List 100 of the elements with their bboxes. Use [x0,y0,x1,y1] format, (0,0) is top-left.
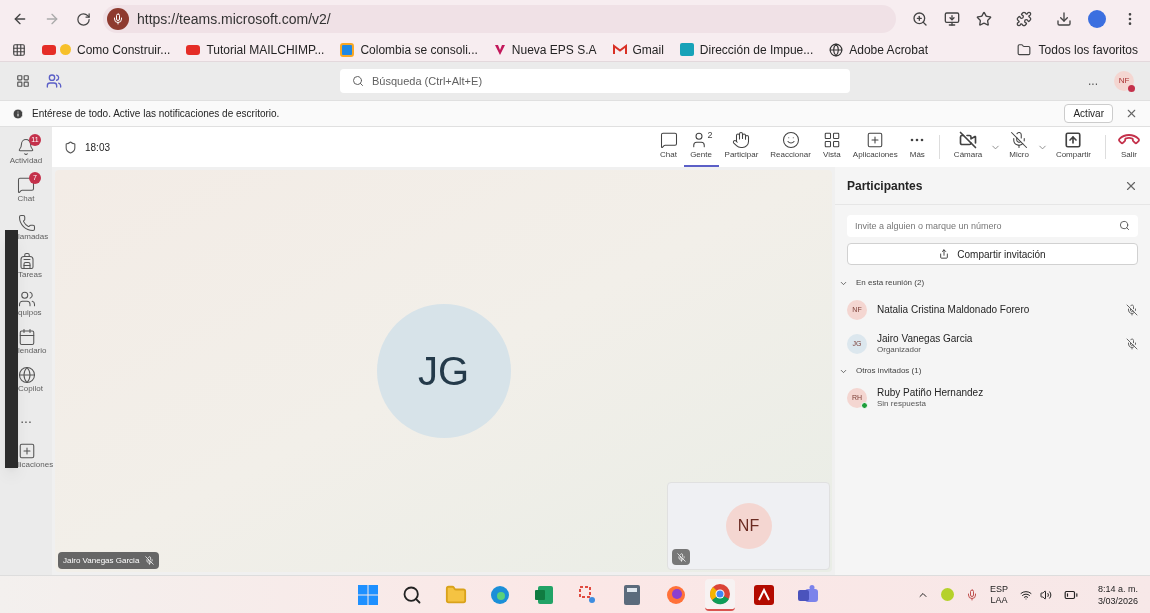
toolbar-button[interactable]: Más [903,127,931,167]
activate-button[interactable]: Activar [1064,104,1113,123]
toolbar-button[interactable]: Chat [653,127,684,167]
address-bar[interactable]: https://teams.microsoft.com/v2/ [103,5,896,33]
smile-icon [781,131,800,149]
back-icon[interactable] [12,11,28,27]
bookmark-link[interactable]: Gmail [632,40,664,59]
participant-role: Organizador [877,345,923,355]
globe-icon [829,42,844,57]
backpack-icon [18,252,36,270]
profile-avatar[interactable] [1088,10,1106,28]
toolbar-button[interactable]: Micro [1003,127,1035,167]
invite-field[interactable]: Invite a alguien o marque un número [847,215,1138,237]
people-icon [18,290,36,308]
wifi-icon[interactable] [1019,588,1032,601]
more-icon [910,138,925,142]
mic-icon [107,8,129,30]
sidebar-item[interactable]: quipos [0,285,52,323]
mic-off-icon [145,556,155,565]
user-avatar[interactable]: NF [1114,71,1134,91]
tile-icon [679,43,694,56]
chrome-browser-icon[interactable] [709,582,732,605]
group-header[interactable]: En esta reunión (2) [835,273,1150,293]
notification-text: Entérese de todo. Active las notificaciones de escritorio. [32,107,280,121]
pdf-reader-icon[interactable] [754,584,775,605]
zoom-icon[interactable] [912,11,928,27]
toolbar-button[interactable]: Salir [1114,127,1144,167]
search-icon[interactable] [402,584,423,605]
video-play-icon [42,44,71,55]
edge-browser-icon[interactable] [490,584,511,605]
meeting-timer: 18:03 [85,140,111,155]
mic-off-icon [672,549,690,565]
toolbar-button[interactable]: Aplicaciones [846,127,904,167]
language-indicator[interactable]: ESP LAA [989,583,1008,606]
name-tag: Jairo Vanegas Garcia [58,552,160,569]
participant-name: Jairo Vanegas Garcia [877,333,974,345]
sidebar-item[interactable]: Tareas [0,247,52,285]
panel-title: Participantes [847,177,923,195]
video-play-icon [186,44,201,55]
chat-icon [17,176,35,194]
calendar-icon [18,328,36,346]
phone-icon [18,214,36,232]
mail-icon [612,44,627,55]
bookmark-link[interactable]: Como Construir... [77,40,171,59]
more-text[interactable]: ... [1088,72,1098,90]
clock[interactable]: 8:14 a. m. 3/03/2026 [1097,582,1138,607]
chat-icon [659,131,678,149]
search-icon [1119,220,1130,231]
participant-avatar: JG [376,304,511,438]
share-screen-icon [1064,131,1083,149]
extensions-icon[interactable] [1016,11,1032,27]
fox-browser-icon[interactable] [666,584,687,605]
v-logo-icon [493,43,506,56]
windows-start-icon[interactable] [358,584,379,605]
sidebar-item[interactable]: Copilot [0,361,52,399]
sidebar-item[interactable]: licaciones [0,437,52,475]
bookmark-link[interactable]: Dirección de Impue... [699,40,814,59]
folder-icon [1016,42,1031,57]
bookmark-link[interactable]: Nueva EPS S.A [511,40,597,59]
participant-role: Sin respuesta [877,399,927,409]
info-icon [12,107,24,120]
toolbar-button[interactable]: Compartir [1049,127,1097,167]
sidebar-item[interactable]: lamadas [0,209,52,247]
toolbar-button[interactable]: Participar [718,127,765,167]
calculator-icon[interactable] [624,584,641,605]
apps-grid-icon[interactable] [12,42,26,57]
download-icon[interactable] [1056,11,1072,27]
share-invitation-button[interactable]: Compartir invitación [847,243,1138,265]
bookmark-link[interactable]: Tutorial MAILCHIMP... [206,40,325,59]
participant-avatar: NF [725,503,772,549]
bookmark-link[interactable]: Adobe Acrobat [849,40,928,59]
participant-name: Ruby Patiño Hernandez [877,387,985,399]
reload-icon[interactable] [76,11,91,27]
grid-icon [822,131,841,149]
sidebar-item[interactable]: ... [0,399,52,437]
toolbar-button[interactable]: Cámara [947,127,989,167]
add-apps-icon [18,442,36,460]
share-icon [939,249,950,259]
tile-icon [340,42,355,57]
shield-icon [64,140,77,154]
teams-app-icon[interactable] [797,584,820,605]
group-header[interactable]: Otros invitados (1) [835,361,1150,381]
toolbar-button[interactable]: Reaccionar [764,127,817,167]
close-icon[interactable] [1125,107,1138,120]
app-launcher-icon[interactable] [16,74,30,88]
bookmark-link[interactable]: Colombia se consoli... [360,40,478,59]
url-text: https://teams.microsoft.com/v2/ [137,9,331,29]
mic-icon[interactable] [965,588,978,601]
install-app-icon[interactable] [944,11,960,27]
volume-icon[interactable] [1039,588,1052,601]
search-field[interactable]: Búsqueda (Ctrl+Alt+E) [340,69,850,93]
star-icon[interactable] [976,11,992,27]
participant-name: Natalia Cristina Maldonado Forero [877,304,1031,316]
sidebar-item[interactable]: lendario [0,323,52,361]
spreadsheet-icon[interactable] [534,584,555,605]
toolbar-button[interactable]: Vista [816,127,847,167]
teams-logo-icon[interactable] [46,73,62,89]
search-icon [352,75,364,87]
add-apps-icon [866,131,885,149]
bookmark-link[interactable]: Todos los favoritos [1038,40,1138,59]
